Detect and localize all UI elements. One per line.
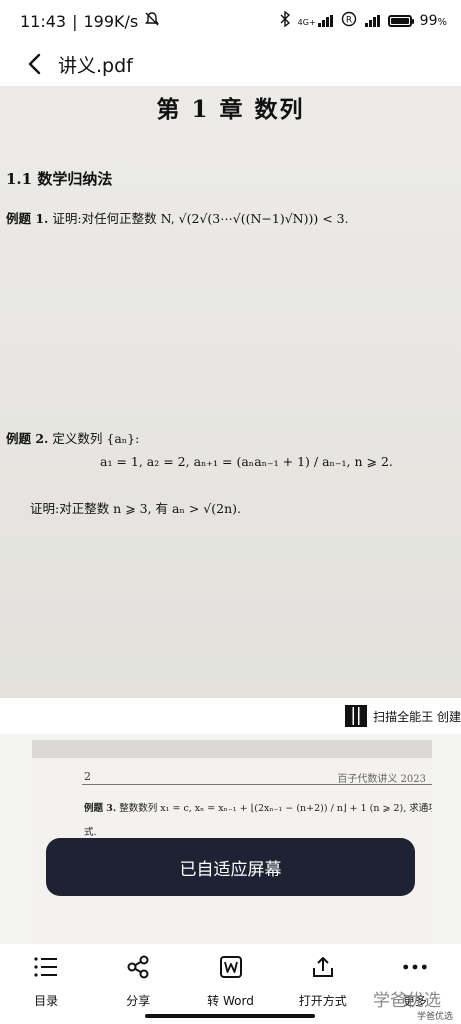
bleed-through-text: [60, 348, 460, 398]
battery-level: 99%: [419, 13, 447, 29]
open-with-label: 打开方式: [298, 994, 347, 1008]
example-2-formula: a₁ = 1, a₂ = 2, aₙ₊₁ = (aₙaₙ₋₁ + 1) / aₙ…: [100, 454, 393, 469]
status-right: 4G+ R 99%: [280, 10, 447, 31]
to-word-button[interactable]: 转 Word: [184, 944, 276, 1024]
signal-4g-icon: 4G+: [298, 15, 333, 27]
open-with-button[interactable]: 打开方式: [277, 944, 369, 1024]
example-2-text: 定义数列 {aₙ}:: [52, 431, 140, 446]
example-1-text: 证明:对任何正整数 N, √(2√(3⋯√((N−1)√N))) < 3.: [52, 211, 349, 226]
registered-icon: R: [341, 11, 357, 31]
corner-brand-small: 学爸优选: [416, 1012, 453, 1022]
title-bar: 讲义.pdf: [0, 42, 461, 86]
example-3: 例题 3. 整数数列 x₁ = c, xₙ = xₙ₋₁ + ⌊(2xₙ₋₁ −…: [84, 800, 432, 814]
status-time: 11:43: [20, 11, 67, 31]
more-icon: [402, 954, 428, 980]
share-icon: [125, 954, 151, 980]
page-2-rule: [82, 784, 432, 785]
signal-icon: [364, 15, 380, 27]
svg-text:R: R: [346, 16, 352, 26]
back-arrow-icon: [28, 53, 41, 75]
fit-screen-toast: 已自适应屏幕: [46, 838, 415, 896]
example-2: 例题 2. 定义数列 {aₙ}:: [6, 428, 139, 447]
page-2-header: 百子代数讲义 2023: [337, 774, 426, 785]
status-separator: |: [72, 11, 78, 31]
example-2-label: 例题 2.: [6, 431, 49, 446]
pdf-page-1[interactable]: 第 1 章 数列 1.1 数学归纳法 例题 1. 证明:对任何正整数 N, √(…: [0, 86, 461, 698]
bottom-toolbar: 目录 分享 转 Word 打开方式 更多: [0, 944, 461, 1024]
toc-label: 目录: [34, 994, 59, 1008]
page-2-shadow: [32, 740, 432, 758]
word-icon: [218, 954, 244, 980]
example-3-continued: 式.: [84, 827, 97, 838]
watermark-text: 扫描全能王 创建: [373, 709, 461, 724]
network-type: 4G+: [297, 18, 316, 27]
battery-icon: [387, 15, 414, 27]
chapter-title: 第 1 章 数列: [156, 96, 305, 123]
upload-icon: [310, 954, 336, 980]
status-bar: 11:43 | 199K/s 4G+ R 99%: [0, 0, 461, 42]
home-indicator[interactable]: [145, 1014, 315, 1018]
qr-code-icon: [345, 705, 368, 727]
document-title: 讲义.pdf: [58, 54, 133, 77]
proof-statement: 证明:对正整数 n ⩾ 3, 有 aₙ > √(2n).: [30, 501, 242, 516]
share-button[interactable]: 分享: [92, 944, 184, 1024]
status-speed: 199K/s: [83, 11, 139, 31]
bluetooth-icon: [280, 10, 290, 31]
example-3-text: 整数数列 x₁ = c, xₙ = xₙ₋₁ + ⌊(2xₙ₋₁ − (n+2)…: [119, 803, 432, 814]
example-1: 例题 1. 证明:对任何正整数 N, √(2√(3⋯√((N−1)√N))) <…: [6, 208, 349, 227]
example-1-label: 例题 1.: [6, 211, 49, 226]
corner-brand-large: 学爸优选: [373, 991, 441, 1011]
mute-icon: [144, 11, 160, 31]
list-icon: [33, 954, 59, 980]
page-2-number: 2: [84, 770, 91, 783]
toast-text: 已自适应屏幕: [179, 859, 282, 880]
section-title: 1.1 数学归纳法: [6, 170, 113, 188]
toc-button[interactable]: 目录: [0, 944, 92, 1024]
status-left: 11:43 | 199K/s: [20, 11, 160, 31]
scanner-watermark: 扫描全能王 创建: [0, 698, 461, 734]
share-label: 分享: [126, 994, 151, 1008]
back-button[interactable]: [14, 42, 54, 86]
example-3-label: 例题 3.: [84, 803, 117, 814]
to-word-label: 转 Word: [207, 994, 254, 1008]
